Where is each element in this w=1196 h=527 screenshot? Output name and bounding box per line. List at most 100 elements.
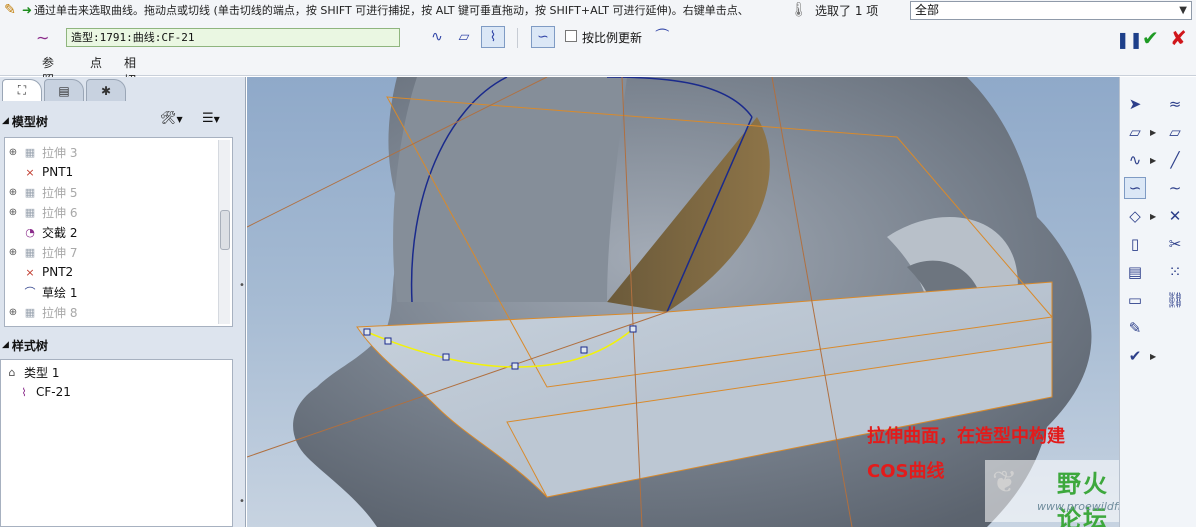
style-tree-header[interactable]: ◢ 样式树 bbox=[0, 333, 240, 357]
selection-count: 选取了 1 项 bbox=[815, 4, 879, 18]
intersect-icon[interactable]: ✕ bbox=[1164, 205, 1186, 227]
surface-trim-icon[interactable]: ▭ bbox=[1124, 289, 1146, 311]
message-text: 通过单击来选取曲线。拖动点或切线 (单击切线的端点，按 SHIFT 可进行捕捉，… bbox=[34, 4, 749, 17]
model-tree-icon: ⛶ bbox=[17, 83, 27, 97]
tab-model-tree[interactable]: ⛶ bbox=[2, 79, 42, 101]
tab-folder-browser[interactable]: ▤ bbox=[44, 79, 84, 101]
pause-button[interactable]: ❚❚ bbox=[1116, 30, 1143, 49]
model-tree-item[interactable]: × PNT2 bbox=[5, 262, 225, 282]
datum-point-icon: × bbox=[25, 165, 35, 179]
curve-blend-icon[interactable]: ≈ bbox=[1164, 93, 1186, 115]
control-point[interactable] bbox=[629, 325, 637, 333]
model-tree-item-label: 拉伸 8 bbox=[42, 305, 78, 320]
surface-connect-icon[interactable]: ▤ bbox=[1124, 261, 1146, 283]
annotation-line-2: COS曲线 bbox=[867, 461, 945, 482]
control-point[interactable] bbox=[442, 353, 450, 361]
tree-settings-button[interactable]: 🛠▼ bbox=[160, 111, 183, 126]
top-toolbar-area: ✎ ➜ 通过单击来选取曲线。拖动点或切线 (单击切线的端点，按 SHIFT 可进… bbox=[0, 0, 1196, 87]
tree-show-button[interactable]: ☰▼ bbox=[202, 111, 220, 126]
model-tree-item[interactable]: ⊕ ▦ 拉伸 6 bbox=[5, 202, 225, 222]
panel-splitter-handle[interactable]: • bbox=[238, 481, 246, 521]
model-tree-item[interactable]: ⊕ ▦ 拉伸 7 bbox=[5, 242, 225, 262]
style-tree-item[interactable]: ⌂ 类型 1 bbox=[3, 362, 223, 382]
model-tree-item[interactable]: ⊕ ▦ 拉伸 5 bbox=[5, 182, 225, 202]
panel-splitter-handle[interactable]: • bbox=[238, 265, 246, 305]
expand-toggle-icon[interactable]: ⊕ bbox=[5, 247, 21, 258]
model-tree-item-label: 拉伸 7 bbox=[42, 245, 78, 260]
model-tree-scrollbar[interactable] bbox=[218, 140, 230, 324]
control-point[interactable] bbox=[511, 362, 519, 370]
curve-create-icon[interactable]: ∿ bbox=[1124, 149, 1146, 171]
sketch-icon: ⌒ bbox=[24, 286, 36, 299]
model-tree-item[interactable]: ⊕ ▦ 拉伸 8 bbox=[5, 302, 225, 322]
control-point[interactable] bbox=[363, 328, 371, 336]
cos-curve-button[interactable]: ⌇ bbox=[481, 26, 505, 48]
checkmark-done-icon[interactable]: ✔ bbox=[1124, 345, 1146, 367]
tab-points[interactable]: 点 bbox=[90, 54, 102, 71]
expand-toggle-icon[interactable]: ⊕ bbox=[5, 187, 21, 198]
message-bar: ✎ ➜ 通过单击来选取曲线。拖动点或切线 (单击切线的端点，按 SHIFT 可进… bbox=[0, 0, 800, 20]
watermark-title: 野火论坛 bbox=[1057, 470, 1109, 527]
style-tree-title: 样式树 bbox=[11, 338, 48, 353]
style-tool-icon: ✎ bbox=[4, 2, 16, 18]
model-tree-item-label: 拉伸 6 bbox=[42, 205, 78, 220]
tangent-display-button[interactable]: ⏜ bbox=[650, 26, 674, 48]
model-tree: ⊕ ▦ 拉伸 3 × PNT1 ⊕ ▦ 拉伸 5 ⊕ ▦ 拉伸 6 ◔ 交截 2 ⊕ ▦ 拉伸 7 × PNT2 ⌒… bbox=[4, 137, 233, 327]
expand-toggle-icon[interactable]: ⊕ bbox=[5, 307, 21, 318]
style-type-icon: ⌂ bbox=[8, 365, 16, 379]
chevron-down-icon: ▼ bbox=[1179, 5, 1187, 16]
extrude-icon: ▦ bbox=[24, 245, 36, 259]
selection-filter-value: 全部 bbox=[915, 3, 940, 17]
feature-name-field[interactable]: 造型:1791:曲线:CF-21 bbox=[66, 28, 400, 47]
plane-icon[interactable]: ▱ bbox=[1124, 121, 1146, 143]
scrollbar-thumb[interactable] bbox=[220, 210, 230, 250]
curvature-button[interactable]: ∽ bbox=[531, 26, 555, 48]
accept-check-button[interactable]: ✔ bbox=[1142, 26, 1159, 50]
line-icon[interactable]: ╱ bbox=[1164, 149, 1186, 171]
analysis-icon[interactable]: ✎ bbox=[1124, 317, 1146, 339]
chain-link-icon[interactable]: ⛓ bbox=[1164, 289, 1186, 311]
select-arrow-icon[interactable]: ➤ bbox=[1124, 93, 1146, 115]
surface-plane-icon[interactable]: ▱ bbox=[1164, 121, 1186, 143]
style-tree-item[interactable]: ⌇ CF-21 bbox=[15, 382, 235, 402]
curve-tangent-icon[interactable]: ∼ bbox=[1164, 177, 1186, 199]
model-tree-item[interactable]: ⌒ 草绘 1 bbox=[5, 282, 225, 302]
selection-filter[interactable]: 全部 ▼ bbox=[910, 1, 1192, 20]
model-tree-item[interactable]: × PNT1 bbox=[5, 162, 225, 182]
trim-icon[interactable]: ✂ bbox=[1164, 233, 1186, 255]
butterfly-logo-icon: ❦ bbox=[992, 465, 1018, 500]
chevron-right-icon: ▶ bbox=[1150, 212, 1157, 221]
pattern-icon[interactable]: ⁙ bbox=[1164, 261, 1186, 283]
control-point[interactable] bbox=[384, 337, 392, 345]
cancel-x-button[interactable]: ✘ bbox=[1170, 26, 1187, 50]
tab-favorites[interactable]: ✱ bbox=[86, 79, 126, 101]
control-point[interactable] bbox=[580, 346, 588, 354]
graphics-viewport[interactable]: 拉伸曲面，在造型中构建 COS曲线 ❦ 野火论坛 www.proewildfir… bbox=[247, 77, 1119, 527]
extrude-icon: ▦ bbox=[24, 305, 36, 319]
curve-edit-dashboard: ∼ 造型:1791:曲线:CF-21 ∿ ⏥ ⌇ ∽ 按比例更新 ⏜ bbox=[0, 24, 1196, 52]
star-icon: ✱ bbox=[100, 83, 112, 98]
model-tree-item[interactable]: ⊕ ▦ 拉伸 3 bbox=[5, 142, 225, 162]
datum-point-icon: × bbox=[25, 265, 35, 279]
ribbon-divider bbox=[517, 28, 518, 48]
surface-edit-icon[interactable]: ▯ bbox=[1124, 233, 1146, 255]
free-curve-button[interactable]: ∿ bbox=[425, 26, 449, 48]
planar-curve-button[interactable]: ⏥ bbox=[452, 26, 476, 48]
curve-edit-icon[interactable]: ∽ bbox=[1124, 177, 1146, 199]
expand-toggle-icon[interactable]: ⊕ bbox=[5, 147, 21, 158]
tools-icon: 🛠 bbox=[160, 111, 177, 126]
style-tree: ⌂ 类型 1 ⌇ CF-21 bbox=[0, 359, 233, 527]
proportional-update-checkbox[interactable] bbox=[565, 30, 577, 42]
chevron-right-icon: ▶ bbox=[1150, 156, 1157, 165]
model-tree-item[interactable]: ◔ 交截 2 bbox=[5, 222, 225, 242]
list-icon: ☰ bbox=[202, 111, 214, 126]
style-tree-item-label: 类型 1 bbox=[24, 365, 60, 380]
navigator-tabs: ⛶ ▤ ✱ bbox=[0, 77, 246, 101]
style-toolbar: ➤ ≈ ▱ ▶ ▱ ∿ ▶ ╱ ∽ ∼ ◇ ▶ ✕ ▯ ✂ ▤ ⁙ ▭ ⛓ ✎ … bbox=[1119, 77, 1196, 527]
surface-icon[interactable]: ◇ bbox=[1124, 205, 1146, 227]
model-tree-item-label: PNT1 bbox=[42, 165, 74, 179]
expand-toggle-icon[interactable]: ⊕ bbox=[5, 207, 21, 218]
model-tree-item-label: 拉伸 5 bbox=[42, 185, 78, 200]
collapse-triangle-icon: ◢ bbox=[2, 340, 9, 350]
curve-icon: ∼ bbox=[36, 28, 50, 47]
